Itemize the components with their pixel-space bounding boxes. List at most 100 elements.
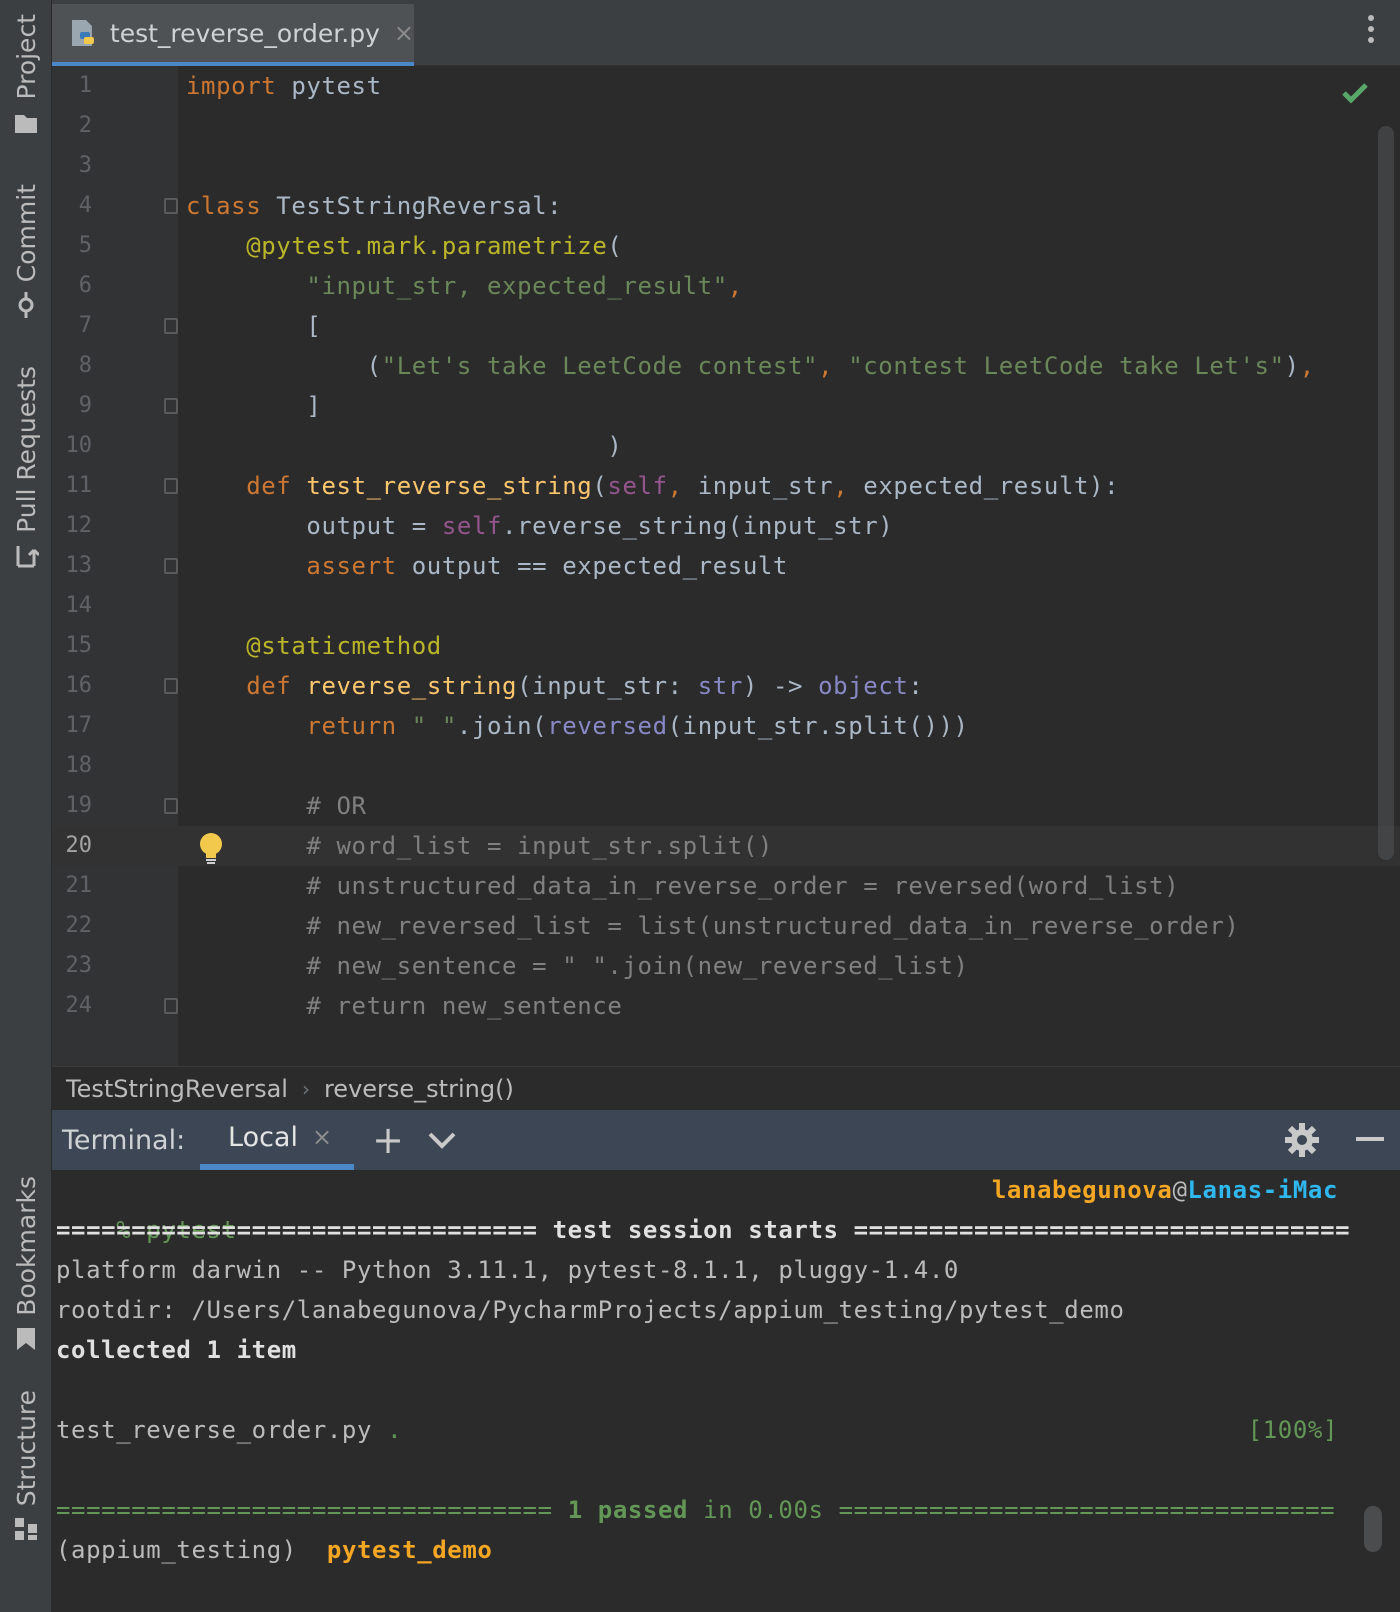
editor-file-tab[interactable]: test_reverse_order.py × [52,4,414,66]
terminal-title: Terminal: [62,1124,186,1156]
code-line: 12 output = self.reverse_string(input_st… [52,506,1400,546]
commit-tool-label: Commit [11,184,41,283]
terminal-test-result: test_reverse_order.py . [56,1410,402,1450]
code-text: def reverse_string(input_str: str) -> ob… [246,672,924,700]
terminal-output[interactable]: % pytest lanabegunova@Lanas-iMac =======… [52,1170,1400,1612]
terminal-user-host: lanabegunova@Lanas-iMac [992,1170,1338,1210]
code-line: 23 # new_sentence = " ".join(new_reverse… [52,946,1400,986]
commit-tool-button[interactable]: Commit [6,184,46,319]
code-text: ] [186,392,322,420]
code-line: 21 # unstructured_data_in_reverse_order … [52,866,1400,906]
terminal-at: @ [1172,1176,1188,1204]
line-number: 14 [65,593,93,618]
terminal-summary: ================================= 1 pass… [56,1490,1335,1530]
code-line: 2 [52,106,1400,146]
left-tool-strip: Project Commit Pull Requests Bookmarks S… [0,0,52,1612]
fold-marker[interactable] [164,318,178,334]
code-line: 7 [ [52,306,1400,346]
line-number: 6 [78,273,92,298]
line-number: 3 [78,153,92,178]
code-line: 13 assert output == expected_result [52,546,1400,586]
terminal-tab-label: Local [228,1121,298,1153]
breadcrumb-item-method[interactable]: reverse_string() [324,1075,514,1103]
code-text: # unstructured_data_in_reverse_order = r… [306,872,1180,900]
terminal-test-percent: [100%] [1247,1416,1338,1444]
fold-marker[interactable] [164,398,178,414]
add-terminal-button[interactable]: + [368,1120,408,1160]
structure-tool-label: Structure [11,1390,41,1507]
fold-marker[interactable] [164,198,178,214]
minimize-icon[interactable] [1356,1137,1384,1141]
code-line-current: 20 # word_list = input_str.split() [52,826,1400,866]
python-file-icon [71,20,94,46]
code-text: class TestStringReversal: [186,192,563,220]
terminal-scrollbar[interactable] [1364,1506,1382,1552]
breadcrumb-item-class[interactable]: TestStringReversal [66,1075,288,1103]
code-line: 24 # return new_sentence [52,986,1400,1026]
terminal-cwd: pytest_demo [326,1536,493,1564]
pull-request-icon [16,545,39,568]
line-number: 19 [65,793,93,818]
line-number: 12 [65,513,93,538]
code-line: 10 ) [52,426,1400,466]
editor-tab-label: test_reverse_order.py [109,18,380,48]
line-number: 11 [65,473,93,498]
pull-requests-tool-label: Pull Requests [11,366,41,533]
code-text: @staticmethod [246,632,442,660]
code-text: return " ".join(reversed(input_str.split… [306,712,969,740]
fold-marker[interactable] [164,558,178,574]
fold-marker[interactable] [164,798,178,814]
code-line: 16 def reverse_string(input_str: str) ->… [52,666,1400,706]
chevron-down-icon[interactable] [422,1122,462,1158]
code-text: assert output == expected_result [306,552,788,580]
code-text: def test_reverse_string(self, input_str,… [246,472,1120,500]
pull-requests-tool-button[interactable]: Pull Requests [6,366,46,569]
code-line: 17 return " ".join(reversed(input_str.sp… [52,706,1400,746]
terminal-summary-passed: 1 passed [567,1496,689,1524]
close-icon[interactable]: × [312,1123,332,1151]
code-text: output = self.reverse_string(input_str) [186,512,894,540]
line-number: 8 [78,353,92,378]
terminal-session-start: ================================ test se… [56,1216,1351,1244]
code-editor[interactable]: 1 import pytest 2 3 4 class TestStringRe… [52,66,1400,1066]
code-text: # new_reversed_list = list(unstructured_… [306,912,1240,940]
editor-scrollbar[interactable] [1378,126,1394,860]
code-line: 1 import pytest [52,66,1400,106]
code-line: 15 @staticmethod [52,626,1400,666]
more-options-icon[interactable] [1364,12,1378,48]
fold-marker[interactable] [164,998,178,1014]
fold-marker[interactable] [164,478,178,494]
check-icon [1342,83,1368,104]
code-line: 6 "input_str, expected_result", [52,266,1400,306]
code-line: 22 # new_reversed_list = list(unstructur… [52,906,1400,946]
code-text: # return new_sentence [306,992,623,1020]
terminal-user: lanabegunova [991,1176,1173,1204]
code-line: 5 @pytest.mark.parametrize( [52,226,1400,266]
line-number: 20 [65,833,93,858]
project-tool-label: Project [11,14,41,100]
breadcrumb: TestStringReversal › reverse_string() [52,1066,1400,1110]
terminal-summary-right: ================================= [838,1496,1336,1524]
terminal-host: Lanas-iMac [1187,1176,1338,1204]
terminal-tab-local[interactable]: Local × [200,1110,354,1170]
gear-icon[interactable] [1284,1122,1320,1158]
terminal-test-dot: . [387,1416,403,1444]
close-icon[interactable]: × [394,19,414,47]
fold-marker[interactable] [164,678,178,694]
line-number: 17 [65,713,93,738]
commit-icon [18,292,34,319]
terminal-collected: collected 1 item [56,1336,297,1364]
code-text: # word_list = input_str.split() [306,832,773,860]
folder-icon [15,114,37,133]
terminal-summary-left: ================================= [56,1496,568,1524]
line-number: 9 [78,393,92,418]
terminal-prompt-env: (appium_testing) pytest_demo [56,1530,492,1570]
terminal-test-file: test_reverse_order.py [56,1416,373,1444]
line-number: 16 [65,673,93,698]
structure-tool-button[interactable]: Structure [6,1390,46,1542]
project-tool-button[interactable]: Project [6,14,46,136]
line-number: 24 [65,993,93,1018]
code-text: @pytest.mark.parametrize( [246,232,623,260]
code-text: [ [186,312,322,340]
bookmarks-tool-button[interactable]: Bookmarks [6,1176,46,1352]
